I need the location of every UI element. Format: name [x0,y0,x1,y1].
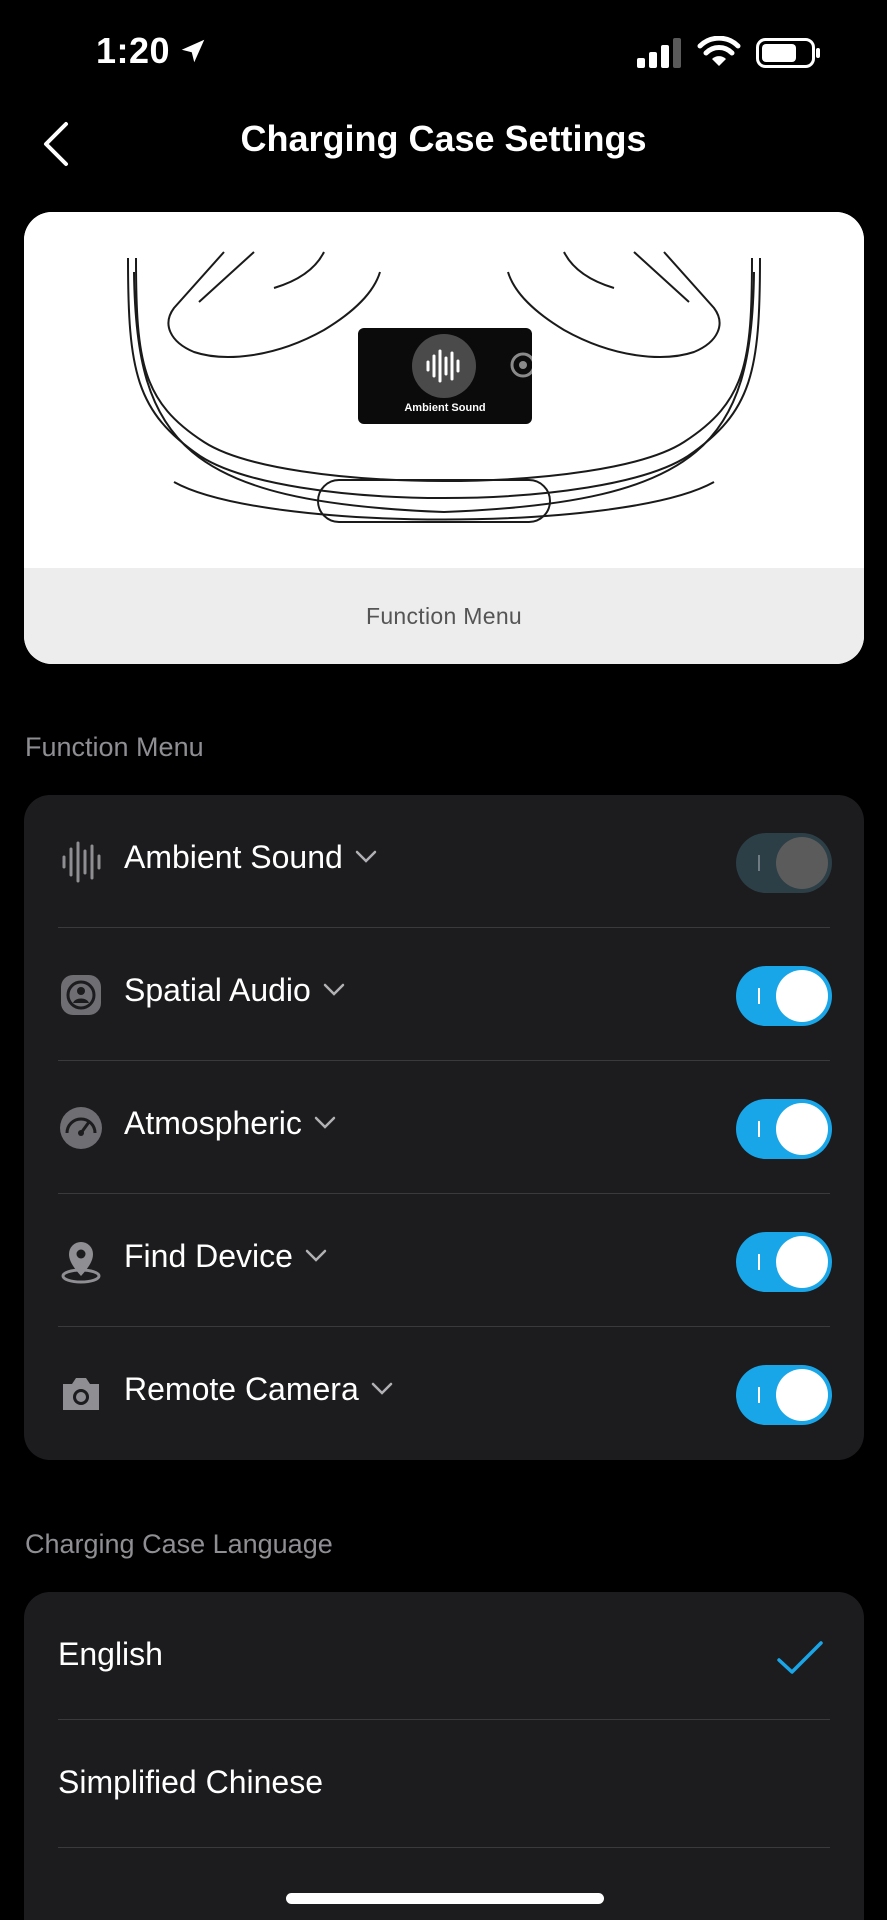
case-display-screen: Ambient Sound [358,328,532,424]
ambient-sound-toggle[interactable] [736,833,832,893]
function-menu-header: Function Menu [25,732,204,762]
chevron-down-icon [355,850,377,863]
chevron-down-icon [323,983,345,996]
language-option-simplified-chinese[interactable]: Simplified Chinese [24,1720,864,1848]
language-label: English [58,1636,163,1672]
status-time: 1:20 [96,30,171,71]
status-bar: 1:20 [0,0,887,100]
battery-icon [756,38,820,68]
function-row-atmospheric: Atmospheric [24,1061,864,1194]
chevron-down-icon [314,1116,336,1129]
atmospheric-icon [60,1107,102,1149]
function-label-expand[interactable]: Atmospheric [124,1105,336,1142]
function-menu-list: Ambient Sound Spatial Audio Atmospheric … [24,795,864,1460]
function-row-ambient-sound: Ambient Sound [24,795,864,928]
function-label: Find Device [124,1238,293,1274]
find-device-toggle[interactable] [736,1232,832,1292]
spatial-audio-icon [61,975,101,1015]
atmospheric-toggle[interactable] [736,1099,832,1159]
ambient-sound-icon [62,841,101,883]
function-label-expand[interactable]: Ambient Sound [124,839,377,876]
function-label: Atmospheric [124,1105,302,1141]
charging-case-illustration: Ambient Sound [24,212,864,568]
cellular-signal-icon [637,38,681,68]
function-label: Ambient Sound [124,839,343,875]
function-row-find-device: Find Device [24,1194,864,1327]
checkmark-icon [777,1641,823,1674]
function-label-expand[interactable]: Spatial Audio [124,972,345,1009]
charging-case-preview-card: Ambient Sound Function Menu [24,212,864,664]
function-row-spatial-audio: Spatial Audio [24,928,864,1061]
spatial-audio-toggle[interactable] [736,966,832,1026]
language-header: Charging Case Language [25,1529,333,1559]
chevron-left-icon [44,122,68,166]
function-label-expand[interactable]: Remote Camera [124,1371,393,1408]
ambient-sound-screen-icon [412,334,476,398]
language-list: English Simplified Chinese [24,1592,864,1920]
find-device-icon [61,1242,101,1284]
chevron-down-icon [371,1382,392,1395]
language-label: Simplified Chinese [58,1764,324,1800]
function-label-expand[interactable]: Find Device [124,1238,327,1275]
function-label: Spatial Audio [124,972,311,1008]
function-label: Remote Camera [124,1371,359,1407]
chevron-down-icon [305,1249,327,1262]
spatial-audio-screen-icon [510,352,532,378]
hero-caption: Function Menu [24,568,864,664]
case-screen-label: Ambient Sound [404,402,486,414]
wifi-icon [697,36,741,66]
function-row-remote-camera: Remote Camera [24,1327,864,1460]
language-option-english[interactable]: English [24,1592,864,1720]
location-arrow-icon [181,39,205,63]
remote-camera-toggle[interactable] [736,1365,832,1425]
remote-camera-icon [63,1378,99,1410]
back-button[interactable] [36,116,80,172]
page-title: Charging Case Settings [240,118,647,159]
home-indicator[interactable] [286,1893,604,1904]
